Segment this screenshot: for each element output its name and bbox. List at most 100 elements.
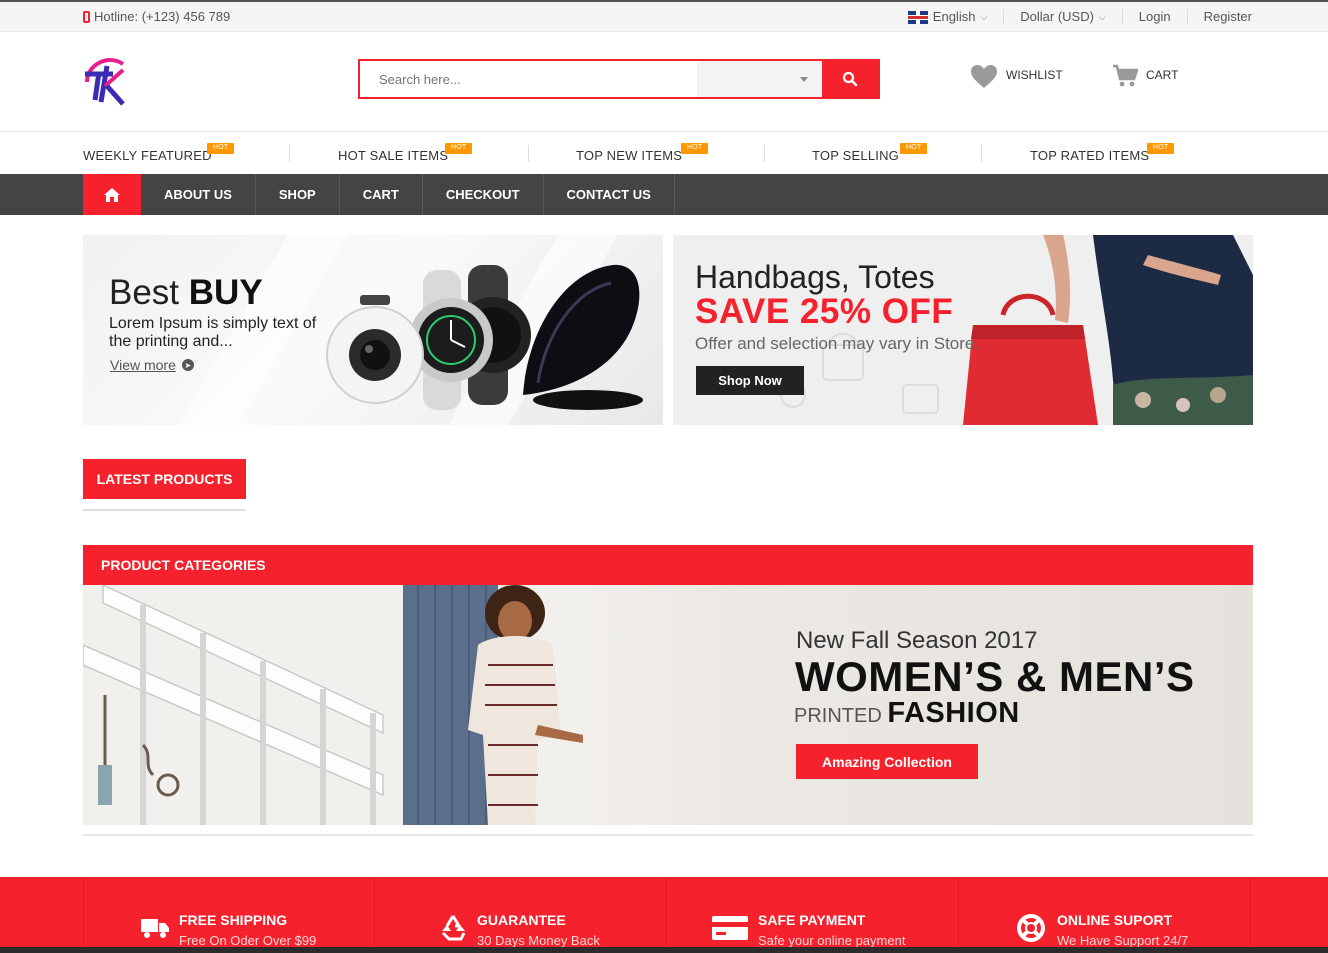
season-text: New Fall Season 2017	[796, 627, 1038, 654]
heart-icon	[971, 65, 997, 88]
top-bar: Hotline: (+123) 456 789 English ⌵ Dollar…	[0, 0, 1328, 32]
nav-cart[interactable]: CART	[340, 174, 423, 215]
tab-label: HOT SALE ITEMS	[338, 148, 449, 163]
truck-icon	[141, 919, 169, 938]
language-label: English	[932, 9, 976, 24]
uk-flag-icon	[907, 10, 928, 24]
tab-divider	[289, 145, 290, 162]
service-subtitle: Free On Oder Over $99	[179, 933, 317, 948]
hot-badge: HOT	[1147, 143, 1175, 154]
register-link[interactable]: Register	[1186, 9, 1252, 25]
footer-edge	[0, 947, 1328, 953]
currency-label: Dollar (USD)	[1020, 9, 1094, 24]
banner-discount: SAVE 25% OFF	[695, 292, 954, 331]
service-subtitle: 30 Days Money Back	[477, 933, 600, 948]
amazing-collection-button[interactable]: Amazing Collection	[796, 744, 978, 779]
printed-text: PRINTED	[794, 705, 888, 727]
gadgets-image	[326, 264, 643, 410]
tab-top-selling[interactable]: TOP SELLING HOT	[812, 143, 928, 163]
title-light: Best	[109, 273, 189, 312]
tab-hot-sale-items[interactable]: HOT SALE ITEMS HOT	[338, 143, 473, 163]
wishlist-link[interactable]: WISHLIST	[970, 64, 1063, 90]
search-input[interactable]	[360, 61, 697, 97]
search-icon	[843, 71, 858, 87]
tab-top-new-items[interactable]: TOP NEW ITEMS HOT	[576, 143, 709, 163]
view-more-link[interactable]: View more ➤	[110, 357, 194, 373]
tab-label: WEEKLY FEATURED	[83, 148, 212, 163]
chevron-down-icon: ⌵	[1098, 12, 1106, 22]
currency-selector[interactable]: Dollar (USD) ⌵	[1003, 9, 1122, 25]
hot-badge: HOT	[681, 143, 709, 154]
credit-card-icon	[712, 916, 748, 940]
cart-icon	[1113, 64, 1138, 87]
banner-text: Lorem Ipsum is simply text of the printi…	[109, 315, 317, 350]
home-button[interactable]	[83, 174, 141, 215]
search-bar	[358, 59, 880, 99]
tab-label: TOP RATED ITEMS	[1030, 148, 1150, 163]
product-categories-heading: PRODUCT CATEGORIES	[83, 545, 1253, 585]
tab-divider	[981, 145, 982, 162]
cart-link[interactable]: CART	[1112, 64, 1178, 88]
fashion-banner[interactable]: New Fall Season 2017 WOMEN’S & MEN’S PRI…	[83, 585, 1253, 825]
service-guarantee: GUARANTEE 30 Days Money Back	[375, 877, 667, 953]
nav-about-us[interactable]: ABOUT US	[141, 174, 256, 215]
search-button[interactable]	[822, 61, 878, 97]
tab-label: TOP NEW ITEMS	[576, 148, 683, 163]
home-icon	[104, 187, 120, 202]
section-divider	[83, 834, 1253, 836]
nav-checkout[interactable]: CHECKOUT	[423, 174, 544, 215]
search-category-select[interactable]	[696, 61, 823, 97]
service-subtitle: Safe your online payment	[758, 933, 906, 948]
lifebuoy-icon	[1017, 914, 1045, 942]
tab-label: TOP SELLING	[812, 148, 899, 163]
banner-text: Offer and selection may vary in Store.	[695, 334, 980, 353]
hot-badge: HOT	[445, 143, 473, 154]
banner-title: Best BUY	[109, 273, 263, 313]
dropdown-caret-icon	[800, 77, 809, 82]
hotline-text: Hotline: (+123) 456 789	[94, 9, 231, 24]
banner-subheadline: PRINTED FASHION	[794, 697, 1020, 730]
banner-title: Handbags, Totes	[695, 259, 935, 295]
services-bar: FREE SHIPPING Free On Oder Over $99 GUAR…	[0, 877, 1328, 953]
hot-badge: HOT	[900, 143, 928, 154]
tab-weekly-featured[interactable]: WEEKLY FEATURED HOT	[83, 143, 235, 163]
tab-divider	[764, 145, 765, 162]
latest-products-tab[interactable]: LATEST PRODUCTS	[83, 459, 246, 499]
fashion-model-image	[83, 585, 743, 825]
nav-shop[interactable]: SHOP	[256, 174, 340, 215]
cart-label: CART	[1146, 68, 1179, 82]
arrow-right-icon: ➤	[181, 359, 194, 371]
recycle-icon	[441, 915, 466, 941]
banner-headline: WOMEN’S & MEN’S	[795, 653, 1195, 700]
phone-icon	[83, 10, 90, 23]
view-more-label: View more	[110, 357, 176, 373]
service-title: SAFE PAYMENT	[758, 912, 866, 928]
service-safe-payment: SAFE PAYMENT Safe your online payment	[667, 877, 959, 953]
tab-divider	[528, 145, 529, 162]
service-online-support: ONLINE SUPORT We Have Support 24/7	[959, 877, 1251, 953]
featured-tabs: WEEKLY FEATURED HOT HOT SALE ITEMS HOT T…	[0, 131, 1328, 174]
section-underline	[83, 509, 246, 511]
wishlist-label: WISHLIST	[1006, 68, 1063, 82]
nav-links: ABOUT US SHOP CART CHECKOUT CONTACT US	[141, 174, 675, 215]
main-nav: ABOUT US SHOP CART CHECKOUT CONTACT US	[0, 174, 1328, 215]
hot-badge: HOT	[207, 143, 235, 154]
chevron-down-icon: ⌵	[980, 12, 988, 22]
service-title: GUARANTEE	[477, 912, 566, 928]
fashion-text: FASHION	[887, 697, 1020, 729]
language-selector[interactable]: English ⌵	[892, 9, 1003, 25]
hotline: Hotline: (+123) 456 789	[83, 9, 230, 24]
title-bold: BUY	[188, 273, 263, 312]
service-title: ONLINE SUPORT	[1057, 912, 1173, 928]
tab-top-rated-items[interactable]: TOP RATED ITEMS HOT	[1030, 143, 1175, 163]
top-links: English ⌵ Dollar (USD) ⌵ Login Register	[892, 9, 1252, 25]
shop-now-button[interactable]: Shop Now	[696, 366, 804, 395]
best-buy-banner[interactable]: Best BUY Lorem Ipsum is simply text of t…	[83, 235, 663, 425]
login-link[interactable]: Login	[1121, 9, 1187, 25]
service-free-shipping: FREE SHIPPING Free On Oder Over $99	[83, 877, 375, 953]
service-title: FREE SHIPPING	[179, 912, 288, 928]
site-logo[interactable]	[83, 52, 129, 108]
service-subtitle: We Have Support 24/7	[1057, 933, 1189, 948]
nav-contact-us[interactable]: CONTACT US	[544, 174, 675, 215]
handbags-banner[interactable]: Handbags, Totes SAVE 25% OFF Offer and s…	[673, 235, 1253, 425]
